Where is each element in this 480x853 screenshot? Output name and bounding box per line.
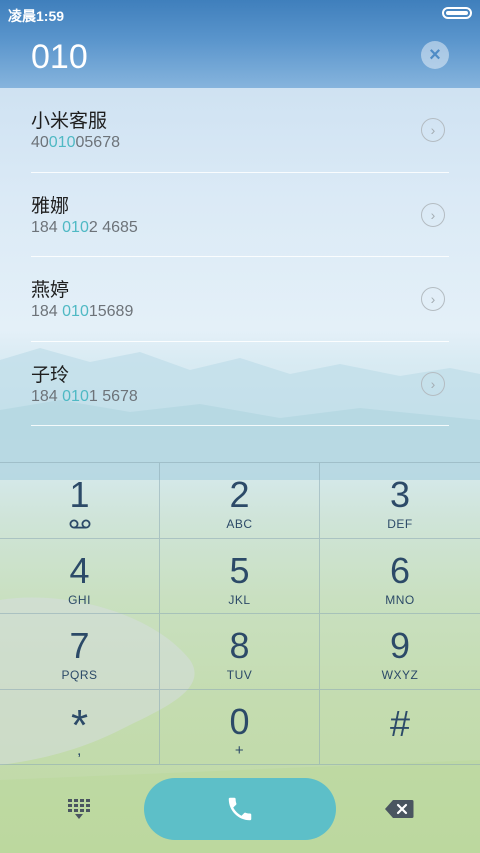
- key-digit: 6: [389, 549, 411, 591]
- battery-icon: [442, 7, 472, 19]
- key-letters: PQRS: [61, 668, 98, 682]
- key-letters: GHI: [68, 592, 91, 607]
- key-letters: +: [234, 741, 245, 759]
- dialed-number: 010: [31, 38, 88, 76]
- key-letters: MNO: [385, 592, 415, 607]
- key-3[interactable]: 3 DEF: [320, 463, 480, 539]
- contact-row[interactable]: 小米客服 4001005678 ›: [31, 88, 449, 173]
- key-digit: 2: [229, 474, 250, 515]
- contact-list: 小米客服 4001005678 › 雅娜 184 0102 4685 › 燕婷 …: [0, 88, 480, 426]
- key-letters: ABC: [226, 517, 253, 531]
- key-letters: WXYZ: [381, 668, 419, 682]
- key-digit: 1: [69, 474, 90, 515]
- clear-button[interactable]: ×: [421, 41, 449, 69]
- contact-phone: 184 0102 4685: [31, 218, 138, 236]
- key-digit: 7: [69, 625, 90, 666]
- contact-phone: 184 01015689: [31, 303, 134, 320]
- key-0[interactable]: 0 +: [160, 689, 320, 765]
- contact-name: 雅娜: [31, 195, 70, 217]
- contact-phone: 184 0101 5678: [31, 387, 138, 405]
- contact-name: 小米客服: [31, 111, 108, 132]
- chevron-right-icon[interactable]: ›: [421, 202, 445, 227]
- chevron-right-icon[interactable]: ›: [421, 287, 445, 311]
- key-digit: 9: [389, 625, 411, 666]
- contact-name: 燕婷: [31, 280, 70, 301]
- contact-phone: 4001005678: [31, 134, 120, 151]
- voicemail-icon: [69, 519, 90, 529]
- key-6[interactable]: 6 MNO: [320, 539, 480, 614]
- key-8[interactable]: 8 TUV: [160, 614, 320, 690]
- key-2[interactable]: 2 ABC: [160, 463, 320, 539]
- status-time: 凌晨1:59: [8, 8, 65, 24]
- contact-name: 子玲: [31, 364, 70, 386]
- key-digit: 8: [229, 625, 250, 666]
- backspace-icon[interactable]: [384, 799, 414, 819]
- key-5[interactable]: 5 JKL: [160, 538, 320, 614]
- contact-row[interactable]: 子玲 184 0101 5678 ›: [31, 342, 449, 426]
- contact-row[interactable]: 雅娜 184 0102 4685 ›: [31, 173, 449, 257]
- key-letters: TUV: [226, 668, 253, 682]
- call-button[interactable]: [144, 778, 336, 840]
- key-digit: 3: [389, 474, 411, 515]
- key-letters: JKL: [228, 592, 251, 607]
- key-7[interactable]: 7 PQRS: [0, 614, 160, 690]
- key-letters: ,: [77, 741, 82, 759]
- key-digit: 5: [229, 549, 250, 591]
- contact-row[interactable]: 燕婷 184 01015689 ›: [31, 257, 449, 342]
- close-icon: ×: [429, 44, 441, 66]
- chevron-right-icon[interactable]: ›: [421, 118, 445, 142]
- key-1[interactable]: 1: [0, 463, 160, 539]
- key-letters: DEF: [387, 517, 413, 531]
- chevron-right-icon[interactable]: ›: [421, 371, 445, 396]
- status-bar: 凌晨1:59: [0, 0, 480, 28]
- phone-icon: [228, 797, 252, 821]
- key-9[interactable]: 9 WXYZ: [320, 614, 480, 690]
- key-star[interactable]: * ,: [0, 689, 160, 765]
- key-hash[interactable]: #: [320, 690, 480, 765]
- key-digit: 0: [229, 700, 250, 742]
- bottom-bar: [0, 764, 480, 853]
- key-digit: *: [70, 700, 89, 750]
- number-display: 010 ×: [0, 28, 480, 88]
- key-digit: 4: [69, 549, 90, 591]
- dial-keypad: 1 2 ABC 3 DEF 4 GHI 5 JKL 6 MNO 7 PQRS 8…: [0, 462, 480, 765]
- key-digit: #: [389, 702, 411, 744]
- dialpad-grid-icon[interactable]: [67, 798, 91, 820]
- key-4[interactable]: 4 GHI: [0, 538, 160, 614]
